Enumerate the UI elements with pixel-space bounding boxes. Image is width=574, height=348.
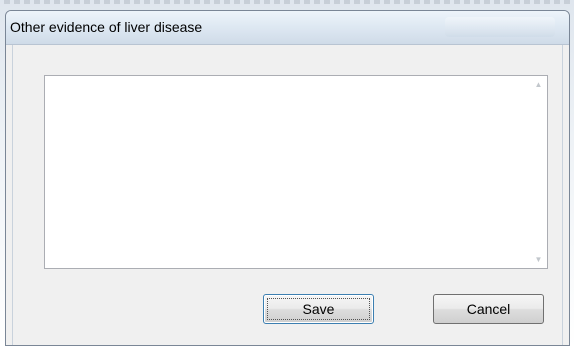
vertical-scrollbar[interactable]: ▲ ▼ [530,76,547,268]
dialog-title: Other evidence of liver disease [10,19,203,35]
save-button[interactable]: Save [263,294,374,324]
text-area-frame: ▲ ▼ [44,75,548,269]
scroll-down-arrow-icon[interactable]: ▼ [530,251,547,268]
dialog-window: Other evidence of liver disease ▲ ▼ Save… [5,10,570,346]
evidence-text-area[interactable] [45,76,531,268]
scroll-up-arrow-icon[interactable]: ▲ [530,76,547,93]
dialog-body: ▲ ▼ Save Cancel [12,45,563,345]
save-button-label: Save [302,301,335,317]
cancel-button-label: Cancel [466,301,511,317]
cancel-button[interactable]: Cancel [433,294,544,324]
title-bar[interactable]: Other evidence of liver disease [6,11,569,45]
obscured-background-text [4,0,570,4]
